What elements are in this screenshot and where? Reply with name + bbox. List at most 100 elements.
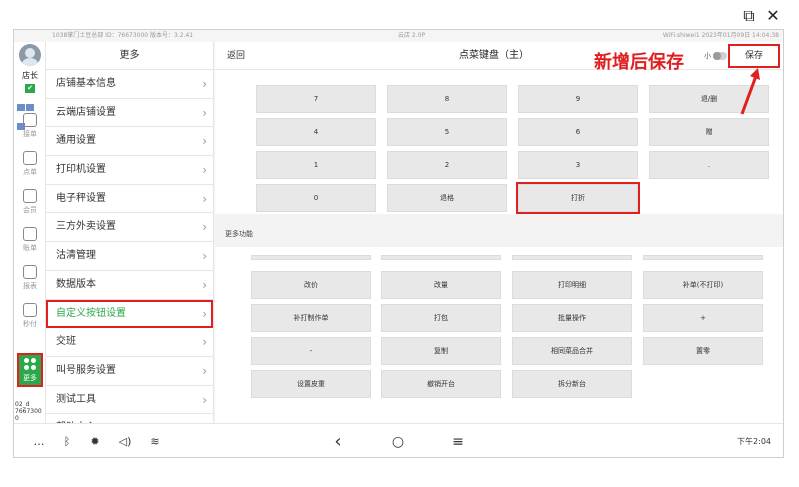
- rail-item-label: 报表: [23, 282, 37, 290]
- keypad-key[interactable]: 9: [518, 85, 638, 113]
- keypad-key[interactable]: 4: [256, 118, 376, 146]
- keypad-key[interactable]: 退格: [387, 184, 507, 212]
- keypad-key[interactable]: .: [649, 151, 769, 179]
- section-title: 更多功能: [225, 230, 253, 238]
- settings-item-label: 沽清管理: [56, 250, 96, 262]
- function-key[interactable]: -: [251, 337, 371, 365]
- function-key[interactable]: 相同菜品合并: [512, 337, 632, 365]
- settings-item[interactable]: 测试工具 ›: [46, 386, 213, 415]
- settings-item[interactable]: 云端店铺设置 ›: [46, 99, 213, 128]
- function-key[interactable]: 拆分新台: [512, 370, 632, 398]
- settings-item-label: 打印机设置: [56, 164, 106, 176]
- function-key[interactable]: 打包: [381, 304, 501, 332]
- settings-item[interactable]: 数据版本 ›: [46, 271, 213, 300]
- chevron-right-icon: ›: [202, 363, 207, 378]
- function-key-partial[interactable]: [512, 255, 632, 260]
- chevron-right-icon: ›: [202, 220, 207, 235]
- report-icon: [23, 265, 37, 279]
- app-version: 云店 2.0P: [398, 32, 426, 39]
- keypad-key[interactable]: 7: [256, 85, 376, 113]
- rail-item-label: 接单: [23, 130, 37, 138]
- status-badges: [17, 96, 43, 130]
- chevron-right-icon: ›: [202, 392, 207, 407]
- function-key[interactable]: 撤销开台: [381, 370, 501, 398]
- keypad-key[interactable]: 打折: [516, 182, 640, 214]
- keypad-key[interactable]: 赠: [649, 118, 769, 146]
- system-navbar: … ᛒ ✹ ◁) ≋ ‹ ○ ≡ 下午2:04: [14, 423, 783, 457]
- settings-item[interactable]: 自定义按钮设置 ›: [46, 299, 213, 329]
- nav-clock: 下午2:04: [737, 437, 771, 446]
- rail-item-menu[interactable]: 点单: [14, 148, 46, 180]
- chevron-right-icon: ›: [202, 306, 207, 321]
- nav-home-button[interactable]: ○: [390, 424, 406, 457]
- wifi-icon[interactable]: ≋: [148, 424, 162, 457]
- brightness-icon[interactable]: ✹: [88, 424, 102, 457]
- settings-title: 更多: [46, 42, 213, 70]
- settings-item[interactable]: 交班 ›: [46, 328, 213, 357]
- chevron-right-icon: ›: [202, 105, 207, 120]
- rail-item-report[interactable]: 报表: [14, 262, 46, 294]
- keypad-key[interactable]: 1: [256, 151, 376, 179]
- menu-icon: [23, 151, 37, 165]
- volume-icon[interactable]: ◁): [118, 424, 132, 457]
- keypad-key[interactable]: 6: [518, 118, 638, 146]
- function-key-partial[interactable]: [643, 255, 763, 260]
- keypad-key[interactable]: 0: [256, 184, 376, 212]
- overflow-icon[interactable]: …: [32, 424, 46, 457]
- bluetooth-icon[interactable]: ᛒ: [60, 424, 74, 457]
- rail-item-pay[interactable]: 秒付: [14, 300, 46, 332]
- bill-icon: [23, 227, 37, 241]
- keypad-key[interactable]: 3: [518, 151, 638, 179]
- function-key[interactable]: 改价: [251, 271, 371, 299]
- device-screen: ⧉ ✕ 1038掌门土豆总部 ID：76673000 版本号：3.2.41 云店…: [0, 0, 799, 487]
- save-button[interactable]: 保存: [728, 44, 780, 68]
- app-frame: 1038掌门土豆总部 ID：76673000 版本号：3.2.41 云店 2.0…: [13, 29, 784, 458]
- settings-item[interactable]: 电子秤设置 ›: [46, 185, 213, 214]
- function-key[interactable]: 改量: [381, 271, 501, 299]
- function-key[interactable]: 补打制作单: [251, 304, 371, 332]
- settings-item[interactable]: 沽清管理 ›: [46, 242, 213, 271]
- function-key[interactable]: 批量操作: [512, 304, 632, 332]
- keypad-key[interactable]: 5: [387, 118, 507, 146]
- settings-item-label: 数据版本: [56, 278, 96, 290]
- rail-item-orders[interactable]: 接单: [14, 110, 46, 142]
- function-key[interactable]: +: [643, 304, 763, 332]
- main-panel: 返回 点菜键盘（主） 小 保存 7 8 9 退/删 4 5 6 赠 1 2 3. 0 退格 打折 更多功能…: [215, 42, 783, 423]
- annotation-arrow: [740, 68, 760, 115]
- external-link-icon[interactable]: ⧉: [739, 6, 759, 26]
- function-key[interactable]: 复制: [381, 337, 501, 365]
- nav-back-button[interactable]: ‹: [330, 424, 346, 457]
- annotation-text: 新增后保存: [594, 52, 684, 73]
- avatar[interactable]: [19, 44, 41, 66]
- keypad-key[interactable]: 2: [387, 151, 507, 179]
- member-icon: [23, 189, 37, 203]
- rail-item-more[interactable]: 更多: [17, 353, 43, 387]
- settings-item[interactable]: 打印机设置 ›: [46, 156, 213, 185]
- function-key[interactable]: 补单(不打印): [643, 271, 763, 299]
- function-key[interactable]: 设置皮重: [251, 370, 371, 398]
- settings-item-label: 叫号服务设置: [56, 364, 116, 376]
- settings-item[interactable]: 叫号服务设置 ›: [46, 357, 213, 386]
- settings-item[interactable]: 通用设置 ›: [46, 127, 213, 157]
- function-key[interactable]: 置零: [643, 337, 763, 365]
- back-button[interactable]: 返回: [227, 42, 245, 70]
- settings-item-label: 交班: [56, 336, 76, 348]
- close-icon[interactable]: ✕: [763, 6, 783, 26]
- keypad-key[interactable]: 8: [387, 85, 507, 113]
- settings-item[interactable]: 帮助中心›: [46, 414, 213, 423]
- settings-item-label: 店铺基本信息: [56, 78, 116, 89]
- settings-item[interactable]: 店铺基本信息 ›: [46, 70, 213, 99]
- device-id-line: 7667300: [15, 408, 42, 415]
- size-toggle[interactable]: [713, 52, 727, 60]
- user-role: 店长: [22, 71, 38, 80]
- settings-item-label: 三方外卖设置: [56, 221, 116, 233]
- rail-item-bill[interactable]: 账单: [14, 224, 46, 256]
- function-key-partial[interactable]: [381, 255, 501, 260]
- function-key-partial[interactable]: [251, 255, 371, 260]
- settings-item-label: 电子秤设置: [56, 192, 106, 204]
- function-key[interactable]: 打印明细: [512, 271, 632, 299]
- nav-recents-button[interactable]: ≡: [450, 424, 466, 457]
- settings-item[interactable]: 三方外卖设置 ›: [46, 213, 213, 243]
- rail-item-member[interactable]: 会员: [14, 186, 46, 218]
- settings-item-label: 云端店铺设置: [56, 106, 116, 118]
